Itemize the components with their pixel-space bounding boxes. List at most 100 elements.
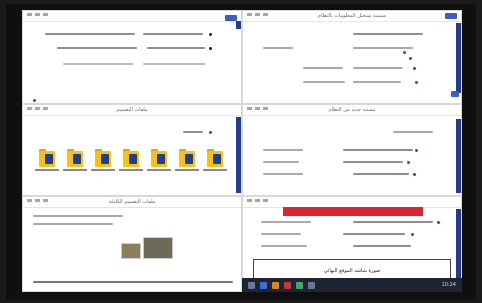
close-icon[interactable]: [263, 107, 268, 110]
browser-icon[interactable]: [260, 281, 267, 289]
text-line: [57, 47, 137, 49]
text-line: [261, 233, 301, 235]
minimize-icon[interactable]: [247, 13, 252, 16]
window-controls[interactable]: [27, 107, 48, 110]
window-title: ملفات التصميم الكاملة: [108, 199, 156, 205]
titlebar[interactable]: مستند جديد من النظام: [243, 105, 461, 116]
text-line: [263, 47, 293, 49]
status-dot-icon: [415, 149, 418, 152]
folder-icon[interactable]: [119, 149, 143, 171]
folder-icon[interactable]: [175, 149, 199, 171]
text-line: [343, 161, 403, 163]
caption-text: صورة شاشة الموقع النهائي: [323, 268, 381, 274]
bullet-icon: [209, 47, 212, 50]
close-icon[interactable]: [263, 13, 268, 16]
image-thumbnail[interactable]: [121, 243, 141, 259]
text-line: [343, 233, 405, 235]
red-header-bar: [283, 207, 423, 216]
text-line: [393, 131, 433, 133]
text-line: [147, 47, 205, 49]
window-title: ملفات التصميم: [116, 107, 148, 113]
minimize-icon[interactable]: [247, 107, 252, 110]
minimize-icon[interactable]: [27, 13, 32, 16]
status-dot-icon: [415, 81, 418, 84]
bullet-icon: [209, 33, 212, 36]
text-line: [33, 223, 113, 225]
status-dot-icon: [33, 99, 36, 102]
minimize-icon[interactable]: [247, 199, 252, 202]
maximize-icon[interactable]: [255, 107, 260, 110]
text-line: [303, 81, 345, 83]
text-line: [353, 67, 403, 69]
scrollbar[interactable]: [456, 23, 461, 93]
folder-icon[interactable]: [147, 149, 171, 171]
folder-icon[interactable]: [203, 149, 227, 171]
scrollbar[interactable]: [456, 119, 461, 193]
window-bot-left[interactable]: ملفات التصميم الكاملة: [22, 196, 242, 292]
titlebar[interactable]: مستند تسجيل المعلومات بالنظام: [243, 11, 461, 22]
window-title: مستند تسجيل المعلومات بالنظام: [318, 13, 386, 19]
share-icon[interactable]: [225, 15, 237, 21]
start-icon[interactable]: [248, 281, 255, 289]
text-line: [263, 149, 303, 151]
app-icon[interactable]: [296, 281, 303, 289]
clock: 10:24: [441, 282, 456, 288]
titlebar[interactable]: ملفات التصميم: [23, 105, 241, 116]
status-dot-icon: [413, 67, 416, 70]
maximize-icon[interactable]: [35, 107, 40, 110]
close-icon[interactable]: [263, 199, 268, 202]
text-line: [261, 245, 307, 247]
close-icon[interactable]: [43, 107, 48, 110]
window-controls[interactable]: [27, 13, 48, 16]
text-line: [143, 63, 205, 65]
close-icon[interactable]: [43, 13, 48, 16]
text-line: [353, 81, 401, 83]
status-dot-icon: [411, 233, 414, 236]
scroll-thumb[interactable]: [236, 21, 241, 29]
titlebar[interactable]: [23, 11, 241, 22]
minimize-icon[interactable]: [27, 107, 32, 110]
maximize-icon[interactable]: [35, 199, 40, 202]
screen: مستند تسجيل المعلومات بالنظام ملفات التص…: [22, 10, 462, 292]
files-icon[interactable]: [272, 281, 279, 289]
window-controls[interactable]: [27, 199, 48, 202]
text-line: [45, 33, 135, 35]
text-line: [261, 221, 311, 223]
text-line: [353, 33, 423, 35]
scrollbar[interactable]: [456, 209, 461, 279]
minimize-icon[interactable]: [27, 199, 32, 202]
text-line: [33, 215, 123, 217]
status-bar: [33, 281, 233, 283]
window-top-right[interactable]: مستند تسجيل المعلومات بالنظام: [242, 10, 462, 104]
text-line: [263, 161, 299, 163]
window-mid-right[interactable]: مستند جديد من النظام: [242, 104, 462, 196]
status-dot-icon: [209, 131, 212, 134]
folder-icon[interactable]: [35, 149, 59, 171]
text-line: [303, 67, 343, 69]
app-icon[interactable]: [308, 281, 315, 289]
text-line: [353, 245, 411, 247]
maximize-icon[interactable]: [255, 13, 260, 16]
window-mid-left[interactable]: ملفات التصميم: [22, 104, 242, 196]
folder-icon[interactable]: [91, 149, 115, 171]
share-icon[interactable]: [445, 13, 457, 19]
text-line: [183, 131, 203, 133]
media-icon[interactable]: [284, 281, 291, 289]
window-controls[interactable]: [247, 107, 268, 110]
status-dot-icon: [403, 51, 406, 54]
nav-icon[interactable]: [451, 91, 459, 97]
titlebar[interactable]: ملفات التصميم الكاملة: [23, 197, 241, 208]
status-dot-icon: [407, 161, 410, 164]
window-controls[interactable]: [247, 199, 268, 202]
folder-icon[interactable]: [63, 149, 87, 171]
window-top-left[interactable]: [22, 10, 242, 104]
text-line: [343, 149, 413, 151]
maximize-icon[interactable]: [35, 13, 40, 16]
text-line: [353, 47, 413, 49]
window-controls[interactable]: [247, 13, 268, 16]
maximize-icon[interactable]: [255, 199, 260, 202]
scrollbar[interactable]: [236, 117, 241, 193]
taskbar[interactable]: 10:24: [242, 278, 462, 292]
image-thumbnail[interactable]: [143, 237, 173, 259]
close-icon[interactable]: [43, 199, 48, 202]
